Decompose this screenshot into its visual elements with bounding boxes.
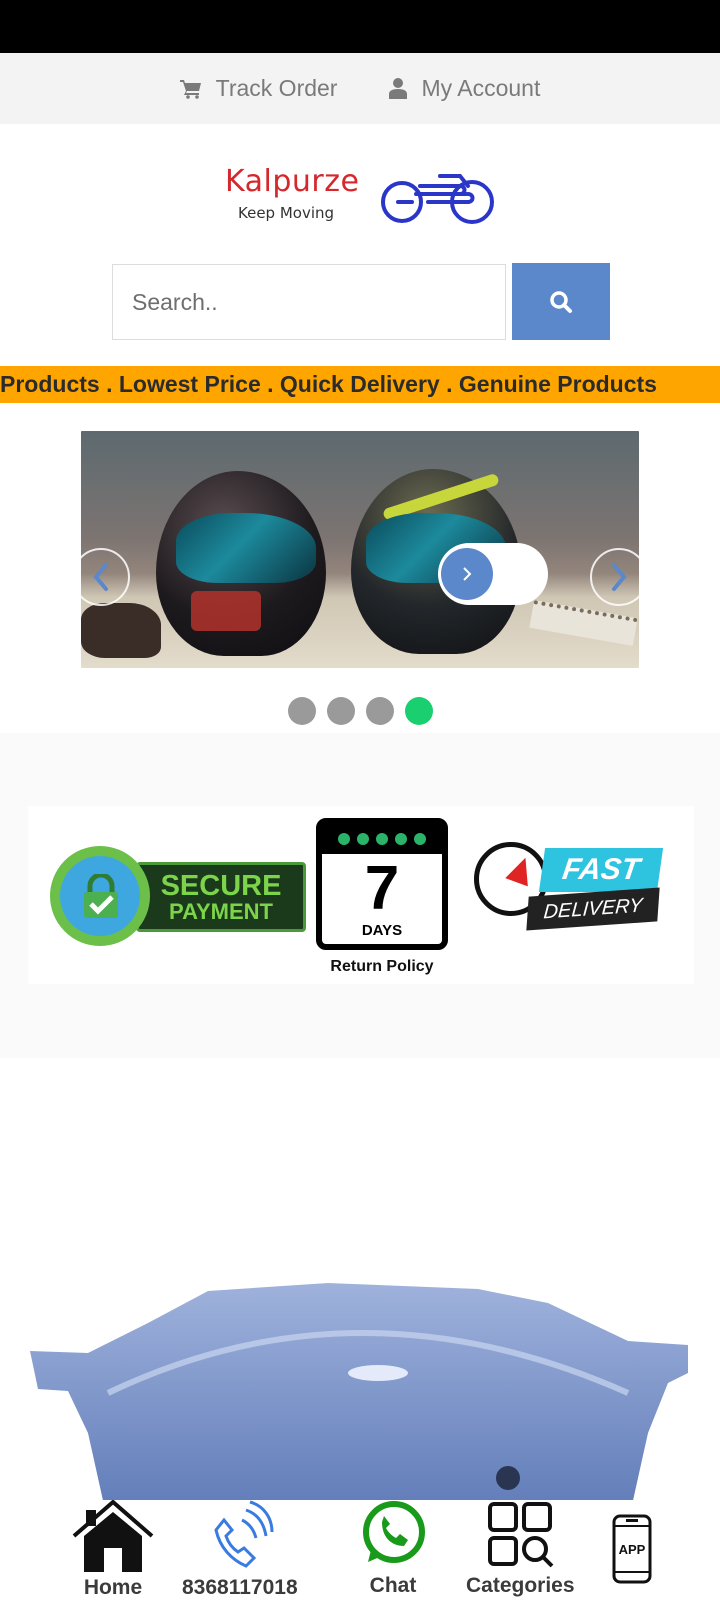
mobile-app-icon: APP bbox=[612, 1514, 652, 1584]
secure-payment-badge: SECURE PAYMENT bbox=[50, 846, 312, 946]
carousel-dot[interactable] bbox=[366, 697, 394, 725]
logo-tagline: Keep Moving bbox=[238, 204, 335, 222]
return-policy-calendar-icon: 7 DAYS bbox=[316, 818, 448, 950]
chevron-right-icon bbox=[612, 563, 627, 591]
chevron-right-icon bbox=[463, 567, 472, 581]
phone-icon bbox=[214, 1500, 274, 1568]
nav-chat-label: Chat bbox=[369, 1574, 417, 1597]
carousel-next-pill[interactable] bbox=[438, 543, 548, 605]
carousel-prev-button[interactable] bbox=[72, 548, 130, 606]
cart-icon bbox=[179, 79, 201, 99]
nav-home-label: Home bbox=[83, 1576, 143, 1599]
lock-check-icon bbox=[84, 874, 118, 918]
ticker-text: Products . Lowest Price . Quick Delivery… bbox=[0, 371, 657, 397]
return-days-unit: DAYS bbox=[361, 922, 403, 939]
nav-chat[interactable]: Chat bbox=[358, 1500, 428, 1598]
return-days-number: 7 bbox=[364, 854, 400, 923]
secure-line1: SECURE bbox=[160, 869, 282, 902]
my-account-link[interactable]: My Account bbox=[389, 75, 540, 102]
return-policy-label: Return Policy bbox=[330, 958, 434, 975]
nav-categories-label: Categories bbox=[466, 1574, 575, 1597]
fast-delivery-badge: FAST DELIVERY bbox=[468, 828, 678, 948]
chevron-left-icon bbox=[93, 563, 108, 591]
fast-label: FAST bbox=[538, 848, 664, 892]
top-links-bar: Track Order My Account bbox=[0, 53, 720, 124]
categories-icon bbox=[488, 1502, 554, 1568]
app-text: APP bbox=[619, 1542, 646, 1557]
site-logo[interactable]: Kalpurze Keep Moving bbox=[220, 158, 500, 230]
home-icon bbox=[72, 1500, 154, 1572]
track-order-label: Track Order bbox=[215, 75, 338, 101]
carousel-next-button[interactable] bbox=[590, 548, 648, 606]
hero-carousel-slide[interactable] bbox=[81, 431, 639, 668]
nav-home[interactable]: Home bbox=[72, 1500, 154, 1600]
carousel-indicators bbox=[288, 697, 433, 725]
delivery-label: DELIVERY bbox=[526, 887, 660, 931]
status-bar bbox=[0, 0, 720, 53]
search-icon bbox=[550, 290, 572, 313]
logo-brand-text: Kalpurze bbox=[225, 164, 360, 199]
track-order-link[interactable]: Track Order bbox=[179, 75, 338, 102]
whatsapp-icon bbox=[363, 1501, 425, 1563]
nav-phone[interactable]: 8368117018 bbox=[182, 1500, 298, 1600]
nav-categories[interactable]: Categories bbox=[466, 1500, 575, 1598]
carousel-dot[interactable] bbox=[327, 697, 355, 725]
gloves-graphic bbox=[81, 603, 161, 658]
my-account-label: My Account bbox=[421, 75, 541, 101]
search-input[interactable] bbox=[112, 264, 506, 340]
nav-phone-number: 8368117018 bbox=[182, 1576, 298, 1599]
carousel-dot-active[interactable] bbox=[405, 697, 433, 725]
visor-graphic bbox=[176, 513, 316, 583]
search-button[interactable] bbox=[512, 263, 610, 340]
carousel-dot[interactable] bbox=[288, 697, 316, 725]
nav-app-download[interactable]: APP bbox=[612, 1514, 652, 1584]
product-image[interactable] bbox=[28, 1283, 692, 1523]
motorbike-logo-icon bbox=[381, 174, 494, 224]
user-icon bbox=[389, 78, 408, 99]
secure-payment-label-box: SECURE PAYMENT bbox=[136, 862, 306, 932]
bottom-navigation: Home 8368117018 Chat Categories APP bbox=[0, 1500, 720, 1600]
promo-ticker: Products . Lowest Price . Quick Delivery… bbox=[0, 366, 720, 403]
next-knob bbox=[441, 548, 493, 600]
secure-line2: PAYMENT bbox=[169, 898, 273, 924]
features-banner: SECURE PAYMENT 7 DAYS Return Policy FAST… bbox=[28, 806, 694, 984]
helmet-decal bbox=[191, 591, 261, 631]
